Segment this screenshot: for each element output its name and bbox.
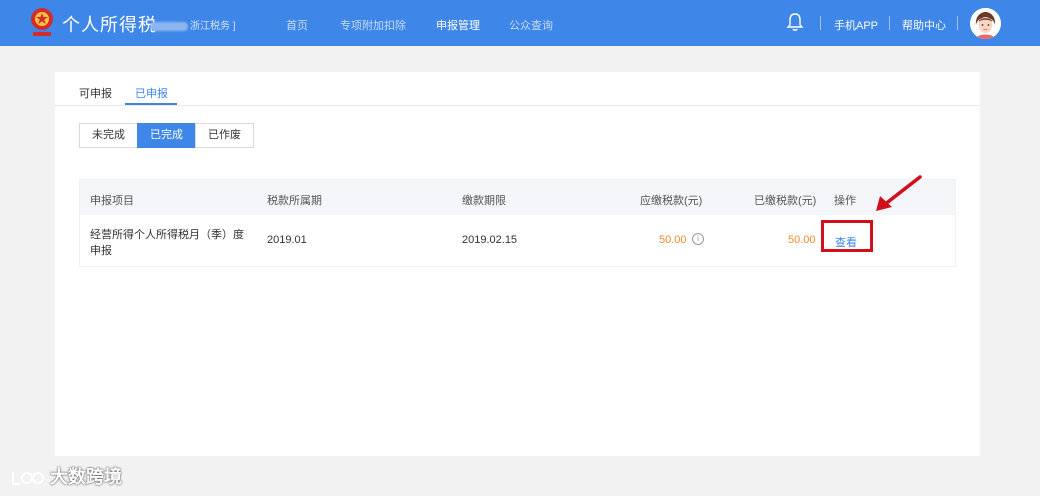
- nav-filing-management[interactable]: 申报管理: [436, 17, 480, 33]
- top-navbar: 个人所得税 浙江税务 ] 首页 专项附加扣除 申报管理 公众查询 手机APP 帮…: [0, 0, 1040, 46]
- column-header: 税款所属期: [267, 195, 322, 207]
- region-label: 浙江税务 ]: [150, 17, 236, 32]
- column-header: 缴款期限: [462, 195, 506, 207]
- avatar[interactable]: [970, 8, 1001, 39]
- blurred-text: [150, 21, 188, 31]
- column-header: 操作: [834, 195, 856, 207]
- user-avatar-icon: [970, 8, 1001, 39]
- bell-icon[interactable]: [786, 12, 804, 32]
- filter-incomplete[interactable]: 未完成: [79, 123, 138, 148]
- column-header: 应缴税款(元): [640, 195, 703, 207]
- app-title: 个人所得税: [62, 15, 157, 35]
- info-icon[interactable]: i: [692, 233, 704, 245]
- view-button[interactable]: 查看: [835, 234, 857, 250]
- tax-emblem-logo[interactable]: [28, 6, 56, 38]
- nav-public-query[interactable]: 公众查询: [509, 17, 553, 33]
- tax-paid-amount: 50.00: [788, 234, 816, 246]
- filter-completed[interactable]: 已完成: [137, 123, 196, 148]
- tab-filed[interactable]: 已申报: [135, 85, 168, 101]
- nav-special-deduction[interactable]: 专项附加扣除: [340, 17, 406, 33]
- divider: [957, 16, 958, 30]
- filing-item-name: 经营所得个人所得税月（季）度: [90, 229, 244, 241]
- filing-item-name-cont: 申报: [90, 245, 112, 257]
- divider: [820, 16, 821, 30]
- column-header: 已缴税款(元): [754, 195, 817, 207]
- nav-home[interactable]: 首页: [286, 17, 308, 33]
- filing-records-table: 申报项目 税款所属期 缴款期限 应缴税款(元) 已缴税款(元) 操作 经营所得个…: [79, 179, 956, 267]
- filing-tabs: 可申报 已申报: [55, 72, 980, 106]
- filter-voided[interactable]: 已作废: [195, 123, 254, 148]
- annotation-arrow-icon: [876, 175, 922, 211]
- tax-due-amount: 50.00: [659, 234, 687, 246]
- divider: [889, 16, 890, 30]
- column-header: 申报项目: [90, 195, 134, 207]
- payment-deadline: 2019.02.15: [462, 234, 518, 246]
- watermark-logo-icon: [12, 472, 44, 486]
- filing-records-panel: 可申报 已申报 未完成 已完成 已作废 申报项目 税款所属期 缴款期限 应缴税款…: [55, 72, 980, 456]
- help-center-link[interactable]: 帮助中心: [902, 17, 946, 33]
- table-header: 申报项目 税款所属期 缴款期限 应缴税款(元) 已缴税款(元) 操作: [80, 180, 955, 215]
- active-tab-indicator: [125, 103, 177, 105]
- mobile-app-link[interactable]: 手机APP: [834, 17, 878, 33]
- status-filter-group: 未完成 已完成 已作废: [79, 123, 254, 148]
- tax-period: 2019.01: [267, 234, 307, 246]
- tab-fileable[interactable]: 可申报: [79, 85, 112, 101]
- watermark: 大数跨境: [10, 463, 122, 489]
